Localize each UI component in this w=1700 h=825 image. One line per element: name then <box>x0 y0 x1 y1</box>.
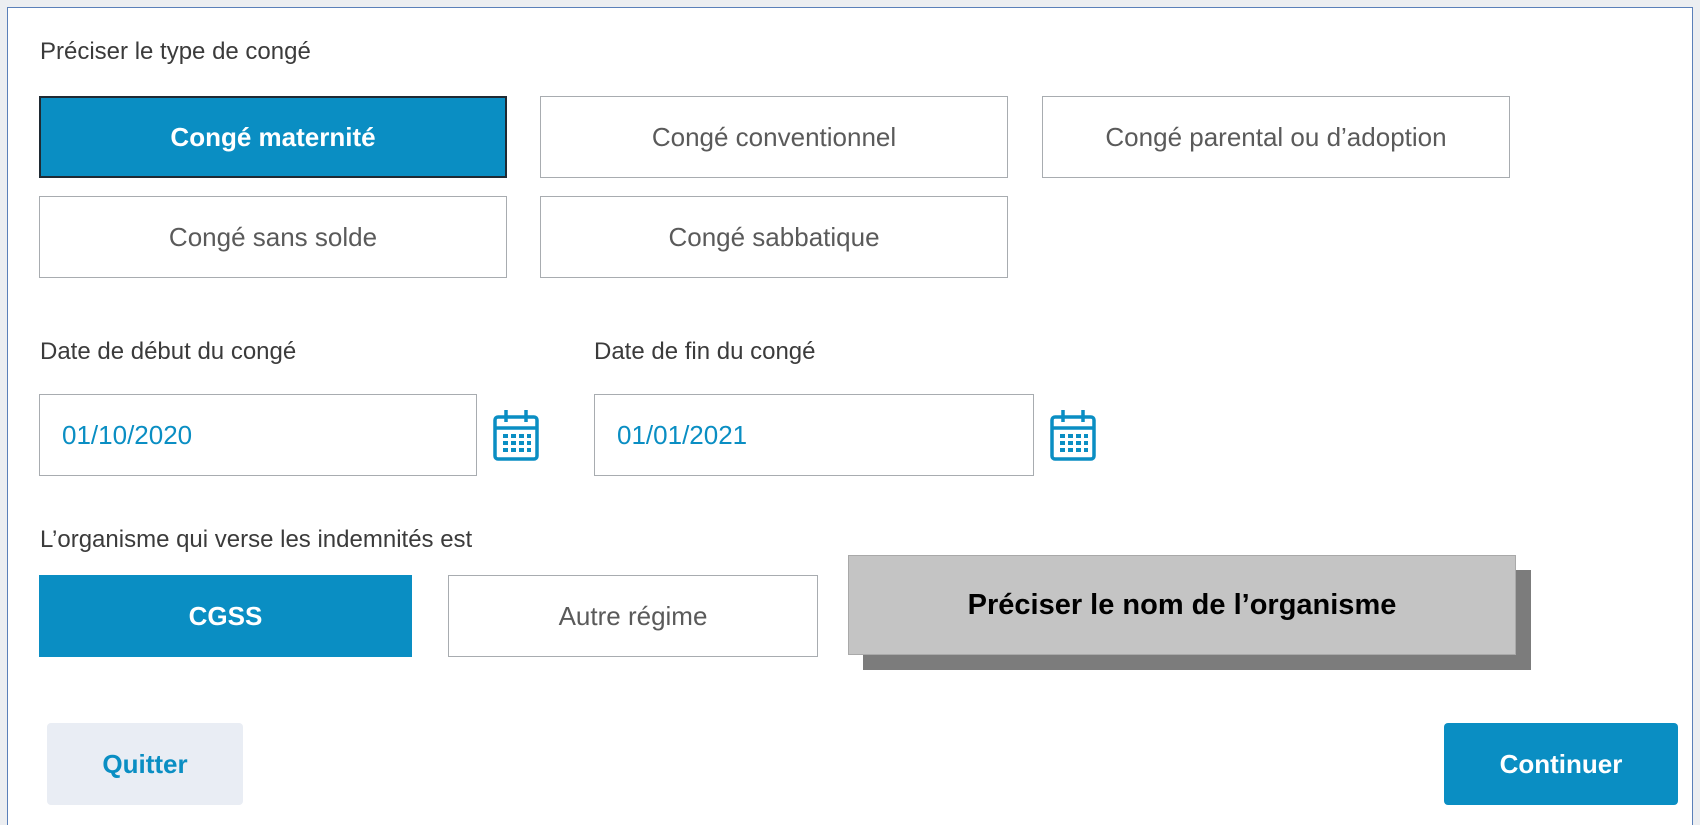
leave-form-panel: Préciser le type de congé Congé maternit… <box>7 7 1693 825</box>
end-date-label: Date de fin du congé <box>594 338 816 365</box>
start-date-label: Date de début du congé <box>40 338 297 365</box>
option-autre-regime[interactable]: Autre régime <box>448 575 818 657</box>
option-cgss[interactable]: CGSS <box>39 575 412 657</box>
leave-type-label: Préciser le type de congé <box>40 38 311 65</box>
start-date-input[interactable] <box>39 394 477 476</box>
option-conge-conventionnel[interactable]: Congé conventionnel <box>540 96 1008 178</box>
end-date-input[interactable] <box>594 394 1034 476</box>
option-conge-sabbatique[interactable]: Congé sabbatique <box>540 196 1008 278</box>
quit-button[interactable]: Quitter <box>47 723 243 805</box>
calendar-icon[interactable] <box>1049 408 1097 462</box>
organism-label: L’organisme qui verse les indemnités est <box>40 526 473 553</box>
option-conge-parental[interactable]: Congé parental ou d’adoption <box>1042 96 1510 178</box>
option-conge-maternite[interactable]: Congé maternité <box>39 96 507 178</box>
continue-button[interactable]: Continuer <box>1444 723 1678 805</box>
option-conge-sans-solde[interactable]: Congé sans solde <box>39 196 507 278</box>
organism-name-tooltip: Préciser le nom de l’organisme <box>848 555 1516 655</box>
calendar-icon[interactable] <box>492 408 540 462</box>
